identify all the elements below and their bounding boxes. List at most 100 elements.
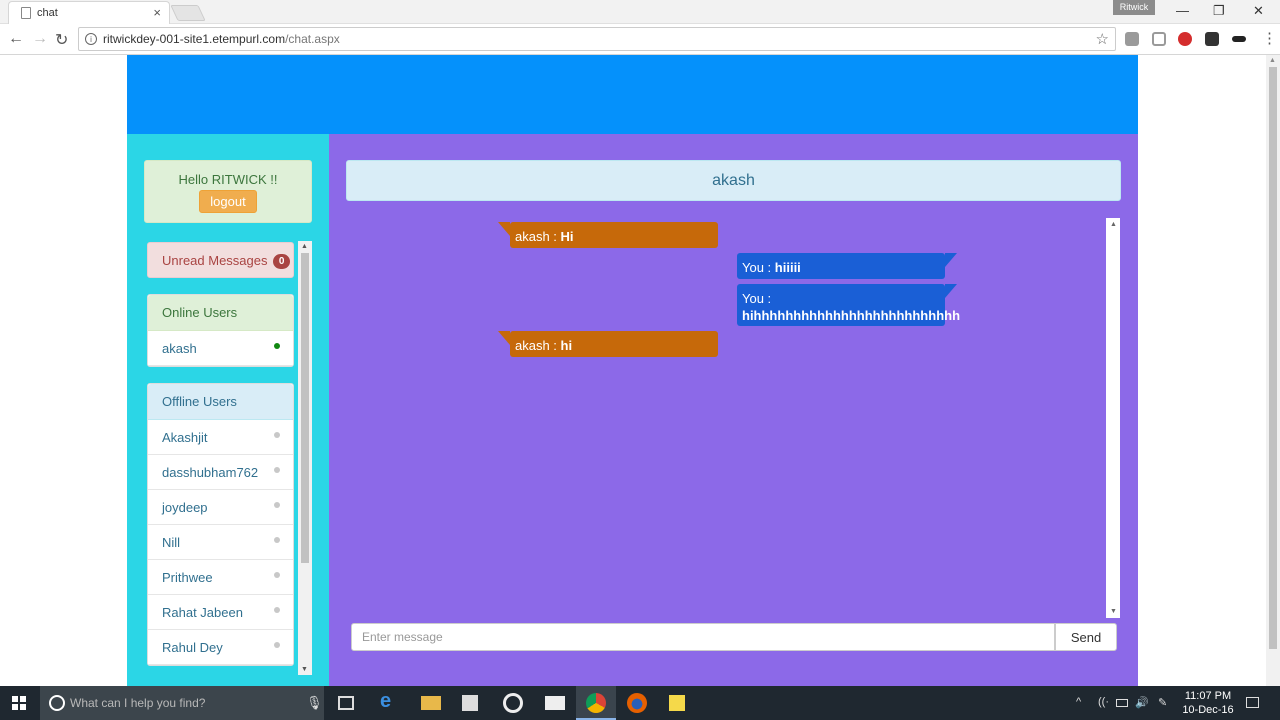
cortana-icon [49,695,65,711]
offline-status-icon [274,572,280,578]
offline-user-item[interactable]: Akashjit [148,420,293,455]
taskbar: What can I help you find? 🎙 e ^ ((· 🔊 ✎ … [0,686,1280,720]
profile-badge[interactable]: Ritwick [1113,0,1155,15]
user-name: dasshubham762 [162,465,259,480]
browser-tab-strip: chat × Ritwick — ❐ ✕ [0,0,1280,24]
user-list-scroll-area: Unread Messages 0 Online Users akash Off… [147,242,294,674]
offline-status-icon [274,502,280,508]
sidebar-scrollbar[interactable]: ▲ ▼ [298,241,312,675]
minimize-icon[interactable]: — [1176,3,1189,18]
message-text: hiiiii [774,260,801,275]
back-arrow-icon[interactable]: ← [8,30,24,48]
task-view-icon[interactable] [338,696,354,710]
message-text: hihhhhhhhhhhhhhhhhhhhhhhhhhh [742,308,961,323]
show-hidden-icons-icon[interactable]: ^ [1076,696,1081,708]
incoming-message: akash : hi [498,331,718,357]
volume-icon[interactable]: 🔊 [1135,696,1149,709]
reload-icon[interactable]: ↻ [55,30,68,50]
scroll-down-icon[interactable]: ▼ [1110,608,1117,615]
page-scroll-thumb[interactable] [1269,67,1277,649]
scroll-up-icon[interactable]: ▲ [1269,57,1276,64]
extension-dark-icon[interactable] [1205,32,1219,46]
message-scrollbar[interactable]: ▲ ▼ [1106,218,1120,618]
sidebar-scroll-thumb[interactable] [301,253,309,563]
sticky-notes-icon[interactable] [669,695,685,711]
offline-user-item[interactable]: dasshubham762 [148,455,293,490]
outgoing-message: You : hiiiii [737,253,957,279]
bookmark-star-icon[interactable]: ☆ [1096,30,1109,48]
scroll-up-icon[interactable]: ▲ [1110,221,1117,228]
unread-label: Unread Messages [162,253,268,268]
movies-icon[interactable] [545,696,565,710]
browser-toolbar: ← → ↻ i ritwickdey-001-site1.etempurl.co… [0,24,1280,55]
unread-messages-panel[interactable]: Unread Messages 0 [147,242,294,278]
extension-shield-icon[interactable] [1152,32,1166,46]
message-sender: You : [742,260,772,275]
user-name: joydeep [162,500,208,515]
glasses-extension-icon[interactable] [1232,36,1246,42]
chrome-taskbar-button[interactable] [576,686,616,720]
greeting-text: Hello RITWICK !! [178,172,278,187]
chrome-icon [586,693,606,713]
offline-user-item[interactable]: joydeep [148,490,293,525]
browser-menu-icon[interactable]: ⋮ [1262,29,1277,47]
message-window: akash : Hi You : hiiiii You : hihhhhhhhh… [346,218,1121,618]
online-users-panel: Online Users akash [147,294,294,367]
offline-status-icon [274,607,280,613]
offline-users-panel: Offline Users Akashjit dasshubham762 joy… [147,383,294,666]
forward-arrow-icon[interactable]: → [32,30,48,48]
clock-date: 10-Dec-16 [1182,704,1234,716]
pen-icon[interactable]: ✎ [1158,696,1167,709]
offline-user-item[interactable]: Rahat Jabeen [148,595,293,630]
unread-count-badge: 0 [273,254,291,269]
scroll-up-icon[interactable]: ▲ [301,243,308,250]
window-close-icon[interactable]: ✕ [1253,3,1264,19]
logout-button[interactable]: logout [199,190,257,213]
restore-icon[interactable]: ❐ [1213,3,1225,19]
send-button[interactable]: Send [1055,623,1117,651]
network-icon[interactable]: ((· [1098,696,1109,708]
info-icon[interactable]: i [85,33,97,45]
store-icon[interactable] [462,695,478,711]
media-player-icon[interactable] [503,693,523,713]
offline-user-item[interactable]: Rahul Dey [148,630,293,665]
offline-users-heading: Offline Users [148,384,293,420]
offline-status-icon [274,467,280,473]
new-tab-button[interactable] [170,5,206,21]
user-name: Akashjit [162,430,208,445]
tab-close-icon[interactable]: × [153,5,161,20]
user-name: Nill [162,535,181,550]
url-text: ritwickdey-001-site1.etempurl.com/chat.a… [103,32,340,46]
page-viewport: Hello RITWICK !! logout Unread Messages … [0,55,1280,686]
cortana-search-box[interactable]: What can I help you find? 🎙 [40,686,324,720]
user-name: Rahat Jabeen [162,605,243,620]
offline-user-item[interactable]: Nill [148,525,293,560]
windows-start-icon[interactable] [12,696,26,710]
page-scrollbar[interactable]: ▲ [1266,55,1280,686]
user-name: Rahul Dey [162,640,223,655]
chat-area: akash akash : Hi You : hiiiii You : hihh… [329,134,1138,686]
clock-time: 11:07 PM [1184,690,1232,702]
file-explorer-icon[interactable] [421,696,441,710]
offline-user-item[interactable]: Prithwee [148,560,293,595]
greeting-box: Hello RITWICK !! logout [144,160,312,223]
address-bar[interactable]: i ritwickdey-001-site1.etempurl.com/chat… [78,27,1116,51]
outgoing-message: You : hihhhhhhhhhhhhhhhhhhhhhhhhhh [737,284,960,326]
message-input[interactable] [351,623,1055,651]
microphone-icon[interactable]: 🎙 [306,695,323,711]
edge-icon[interactable]: e [380,690,400,712]
extension-icon[interactable] [1125,32,1139,46]
firefox-icon[interactable] [627,693,647,713]
online-user-item[interactable]: akash [148,331,293,366]
adblock-icon[interactable] [1178,32,1192,46]
browser-tab[interactable]: chat × [8,1,170,24]
user-name: akash [162,341,197,356]
battery-icon[interactable] [1116,699,1128,707]
chat-app: Hello RITWICK !! logout Unread Messages … [127,55,1138,686]
action-center-icon[interactable] [1246,697,1259,708]
scroll-down-icon[interactable]: ▼ [301,666,308,673]
system-clock[interactable]: 11:07 PM 10-Dec-16 [1180,689,1236,717]
online-users-heading: Online Users [148,295,293,331]
sidebar: Hello RITWICK !! logout Unread Messages … [127,134,329,686]
online-status-icon [274,343,280,349]
